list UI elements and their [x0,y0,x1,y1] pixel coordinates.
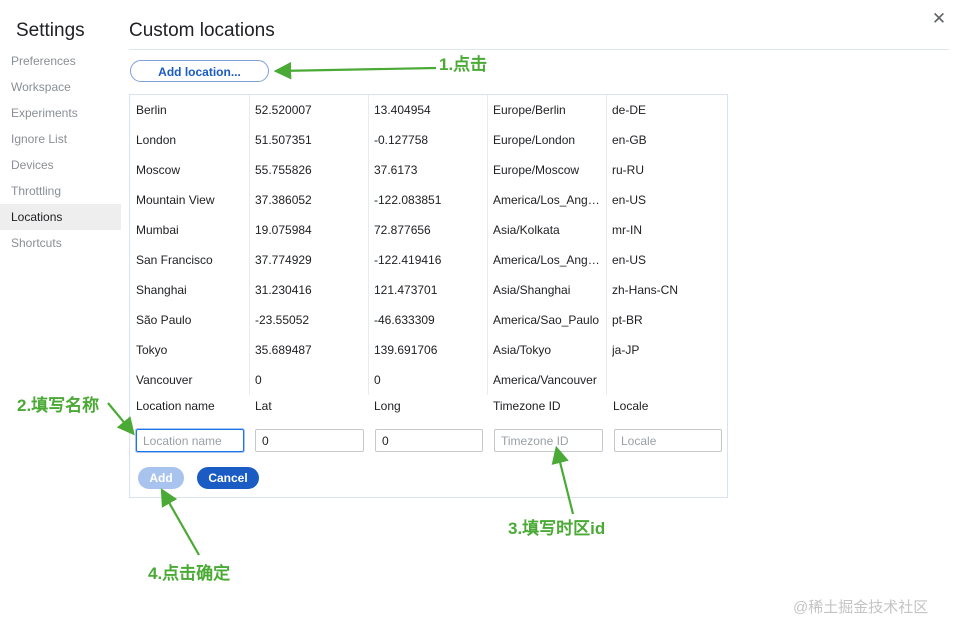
annotation-arrow-4 [160,488,200,556]
annotation-arrow-3 [551,445,575,515]
annotation-arrows [107,61,575,556]
watermark: @稀土掘金技术社区 [793,599,929,616]
annotation-step-2: 2.填写名称 [17,396,100,415]
annotation-step-4: 4.点击确定 [148,564,231,583]
annotation-arrow-1 [273,61,437,80]
annotation-arrow-2 [107,402,135,436]
annotation-step-3: 3.填写时区id [508,519,606,538]
annotation-step-1: 1.点击 [439,55,488,74]
